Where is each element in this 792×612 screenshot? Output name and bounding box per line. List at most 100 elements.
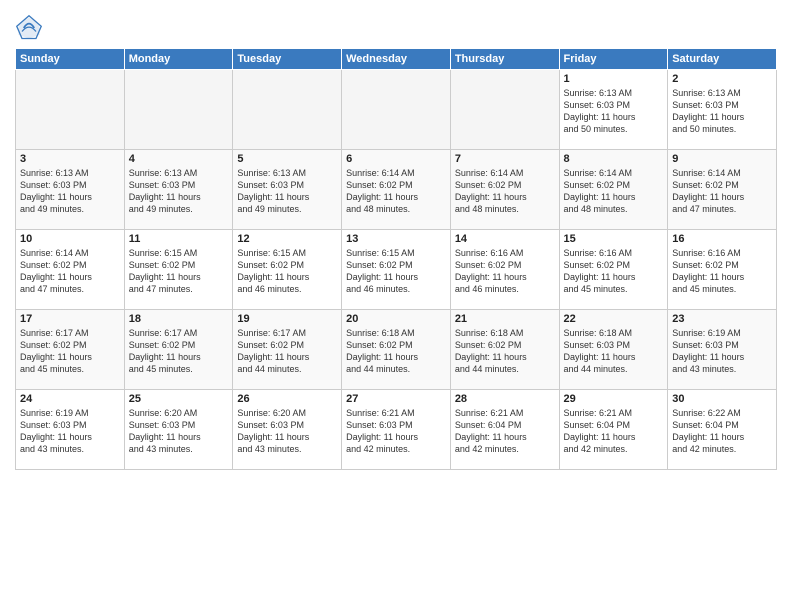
day-number: 14 [455, 233, 555, 245]
calendar-week-row: 17 Sunrise: 6:17 AM Sunset: 6:02 PM Dayli… [16, 310, 777, 390]
calendar-cell: 20 Sunrise: 6:18 AM Sunset: 6:02 PM Dayli… [342, 310, 451, 390]
calendar-cell: 21 Sunrise: 6:18 AM Sunset: 6:02 PM Dayli… [450, 310, 559, 390]
day-number: 1 [564, 73, 664, 85]
day-number: 22 [564, 313, 664, 325]
day-info: Sunrise: 6:19 AM Sunset: 6:03 PM Dayligh… [672, 327, 772, 376]
day-info: Sunrise: 6:16 AM Sunset: 6:02 PM Dayligh… [455, 247, 555, 296]
day-number: 8 [564, 153, 664, 165]
day-info: Sunrise: 6:21 AM Sunset: 6:04 PM Dayligh… [455, 407, 555, 456]
calendar-cell: 29 Sunrise: 6:21 AM Sunset: 6:04 PM Dayli… [559, 390, 668, 470]
calendar-cell: 5 Sunrise: 6:13 AM Sunset: 6:03 PM Daylig… [233, 150, 342, 230]
day-number: 27 [346, 393, 446, 405]
day-info: Sunrise: 6:14 AM Sunset: 6:02 PM Dayligh… [564, 167, 664, 216]
calendar-cell: 28 Sunrise: 6:21 AM Sunset: 6:04 PM Dayli… [450, 390, 559, 470]
day-number: 13 [346, 233, 446, 245]
calendar-cell: 27 Sunrise: 6:21 AM Sunset: 6:03 PM Dayli… [342, 390, 451, 470]
calendar-cell: 13 Sunrise: 6:15 AM Sunset: 6:02 PM Dayli… [342, 230, 451, 310]
day-number: 7 [455, 153, 555, 165]
day-info: Sunrise: 6:16 AM Sunset: 6:02 PM Dayligh… [672, 247, 772, 296]
calendar-cell: 16 Sunrise: 6:16 AM Sunset: 6:02 PM Dayli… [668, 230, 777, 310]
day-number: 20 [346, 313, 446, 325]
calendar-cell: 12 Sunrise: 6:15 AM Sunset: 6:02 PM Dayli… [233, 230, 342, 310]
calendar-cell: 26 Sunrise: 6:20 AM Sunset: 6:03 PM Dayli… [233, 390, 342, 470]
calendar-cell [342, 70, 451, 150]
day-info: Sunrise: 6:21 AM Sunset: 6:04 PM Dayligh… [564, 407, 664, 456]
day-info: Sunrise: 6:18 AM Sunset: 6:02 PM Dayligh… [455, 327, 555, 376]
day-number: 12 [237, 233, 337, 245]
logo-icon [15, 14, 43, 42]
day-number: 10 [20, 233, 120, 245]
calendar-cell [124, 70, 233, 150]
calendar-cell: 15Sunrise: 6:16 AM Sunset: 6:02 PM Dayli… [559, 230, 668, 310]
day-info: Sunrise: 6:15 AM Sunset: 6:02 PM Dayligh… [129, 247, 229, 296]
day-info: Sunrise: 6:18 AM Sunset: 6:03 PM Dayligh… [564, 327, 664, 376]
calendar-week-row: 3 Sunrise: 6:13 AM Sunset: 6:03 PM Daylig… [16, 150, 777, 230]
day-number: 2 [672, 73, 772, 85]
day-info: Sunrise: 6:21 AM Sunset: 6:03 PM Dayligh… [346, 407, 446, 456]
calendar-week-row: 1 Sunrise: 6:13 AM Sunset: 6:03 PM Daylig… [16, 70, 777, 150]
day-info: Sunrise: 6:15 AM Sunset: 6:02 PM Dayligh… [237, 247, 337, 296]
day-info: Sunrise: 6:17 AM Sunset: 6:02 PM Dayligh… [129, 327, 229, 376]
weekday-header-friday: Friday [559, 49, 668, 70]
calendar-week-row: 10 Sunrise: 6:14 AM Sunset: 6:02 PM Dayli… [16, 230, 777, 310]
calendar-cell: 4Sunrise: 6:13 AM Sunset: 6:03 PM Daylig… [124, 150, 233, 230]
day-number: 6 [346, 153, 446, 165]
calendar-cell: 24 Sunrise: 6:19 AM Sunset: 6:03 PM Dayli… [16, 390, 125, 470]
weekday-header-sunday: Sunday [16, 49, 125, 70]
day-number: 23 [672, 313, 772, 325]
calendar-week-row: 24 Sunrise: 6:19 AM Sunset: 6:03 PM Dayli… [16, 390, 777, 470]
day-info: Sunrise: 6:13 AM Sunset: 6:03 PM Dayligh… [129, 167, 229, 216]
day-number: 9 [672, 153, 772, 165]
calendar-cell [16, 70, 125, 150]
day-info: Sunrise: 6:14 AM Sunset: 6:02 PM Dayligh… [672, 167, 772, 216]
calendar-cell: 30 Sunrise: 6:22 AM Sunset: 6:04 PM Dayli… [668, 390, 777, 470]
logo [15, 14, 47, 42]
day-number: 17 [20, 313, 120, 325]
day-info: Sunrise: 6:13 AM Sunset: 6:03 PM Dayligh… [237, 167, 337, 216]
calendar-cell [233, 70, 342, 150]
day-number: 3 [20, 153, 120, 165]
day-number: 15 [564, 233, 664, 245]
day-number: 18 [129, 313, 229, 325]
day-info: Sunrise: 6:19 AM Sunset: 6:03 PM Dayligh… [20, 407, 120, 456]
day-info: Sunrise: 6:17 AM Sunset: 6:02 PM Dayligh… [20, 327, 120, 376]
day-info: Sunrise: 6:13 AM Sunset: 6:03 PM Dayligh… [564, 87, 664, 136]
calendar-cell: 7 Sunrise: 6:14 AM Sunset: 6:02 PM Daylig… [450, 150, 559, 230]
weekday-header-monday: Monday [124, 49, 233, 70]
day-number: 30 [672, 393, 772, 405]
header-area [15, 10, 777, 42]
weekday-header-wednesday: Wednesday [342, 49, 451, 70]
day-info: Sunrise: 6:22 AM Sunset: 6:04 PM Dayligh… [672, 407, 772, 456]
calendar-cell: 23 Sunrise: 6:19 AM Sunset: 6:03 PM Dayli… [668, 310, 777, 390]
calendar-cell [450, 70, 559, 150]
calendar-cell: 6 Sunrise: 6:14 AM Sunset: 6:02 PM Daylig… [342, 150, 451, 230]
day-number: 11 [129, 233, 229, 245]
day-number: 26 [237, 393, 337, 405]
day-number: 5 [237, 153, 337, 165]
calendar-cell: 8 Sunrise: 6:14 AM Sunset: 6:02 PM Daylig… [559, 150, 668, 230]
day-number: 21 [455, 313, 555, 325]
calendar-cell: 10 Sunrise: 6:14 AM Sunset: 6:02 PM Dayli… [16, 230, 125, 310]
day-info: Sunrise: 6:15 AM Sunset: 6:02 PM Dayligh… [346, 247, 446, 296]
day-info: Sunrise: 6:14 AM Sunset: 6:02 PM Dayligh… [346, 167, 446, 216]
calendar-cell: 9 Sunrise: 6:14 AM Sunset: 6:02 PM Daylig… [668, 150, 777, 230]
day-number: 29 [564, 393, 664, 405]
weekday-header-thursday: Thursday [450, 49, 559, 70]
day-info: Sunrise: 6:13 AM Sunset: 6:03 PM Dayligh… [20, 167, 120, 216]
calendar-cell: 3 Sunrise: 6:13 AM Sunset: 6:03 PM Daylig… [16, 150, 125, 230]
calendar-cell: 25Sunrise: 6:20 AM Sunset: 6:03 PM Dayli… [124, 390, 233, 470]
calendar-cell: 19Sunrise: 6:17 AM Sunset: 6:02 PM Dayli… [233, 310, 342, 390]
calendar-cell: 2 Sunrise: 6:13 AM Sunset: 6:03 PM Daylig… [668, 70, 777, 150]
calendar-cell: 1 Sunrise: 6:13 AM Sunset: 6:03 PM Daylig… [559, 70, 668, 150]
calendar-header-row: SundayMondayTuesdayWednesdayThursdayFrid… [16, 49, 777, 70]
day-number: 16 [672, 233, 772, 245]
day-info: Sunrise: 6:20 AM Sunset: 6:03 PM Dayligh… [237, 407, 337, 456]
page: SundayMondayTuesdayWednesdayThursdayFrid… [0, 0, 792, 612]
day-info: Sunrise: 6:14 AM Sunset: 6:02 PM Dayligh… [20, 247, 120, 296]
day-number: 24 [20, 393, 120, 405]
day-info: Sunrise: 6:18 AM Sunset: 6:02 PM Dayligh… [346, 327, 446, 376]
day-info: Sunrise: 6:13 AM Sunset: 6:03 PM Dayligh… [672, 87, 772, 136]
day-number: 28 [455, 393, 555, 405]
day-info: Sunrise: 6:20 AM Sunset: 6:03 PM Dayligh… [129, 407, 229, 456]
day-info: Sunrise: 6:14 AM Sunset: 6:02 PM Dayligh… [455, 167, 555, 216]
